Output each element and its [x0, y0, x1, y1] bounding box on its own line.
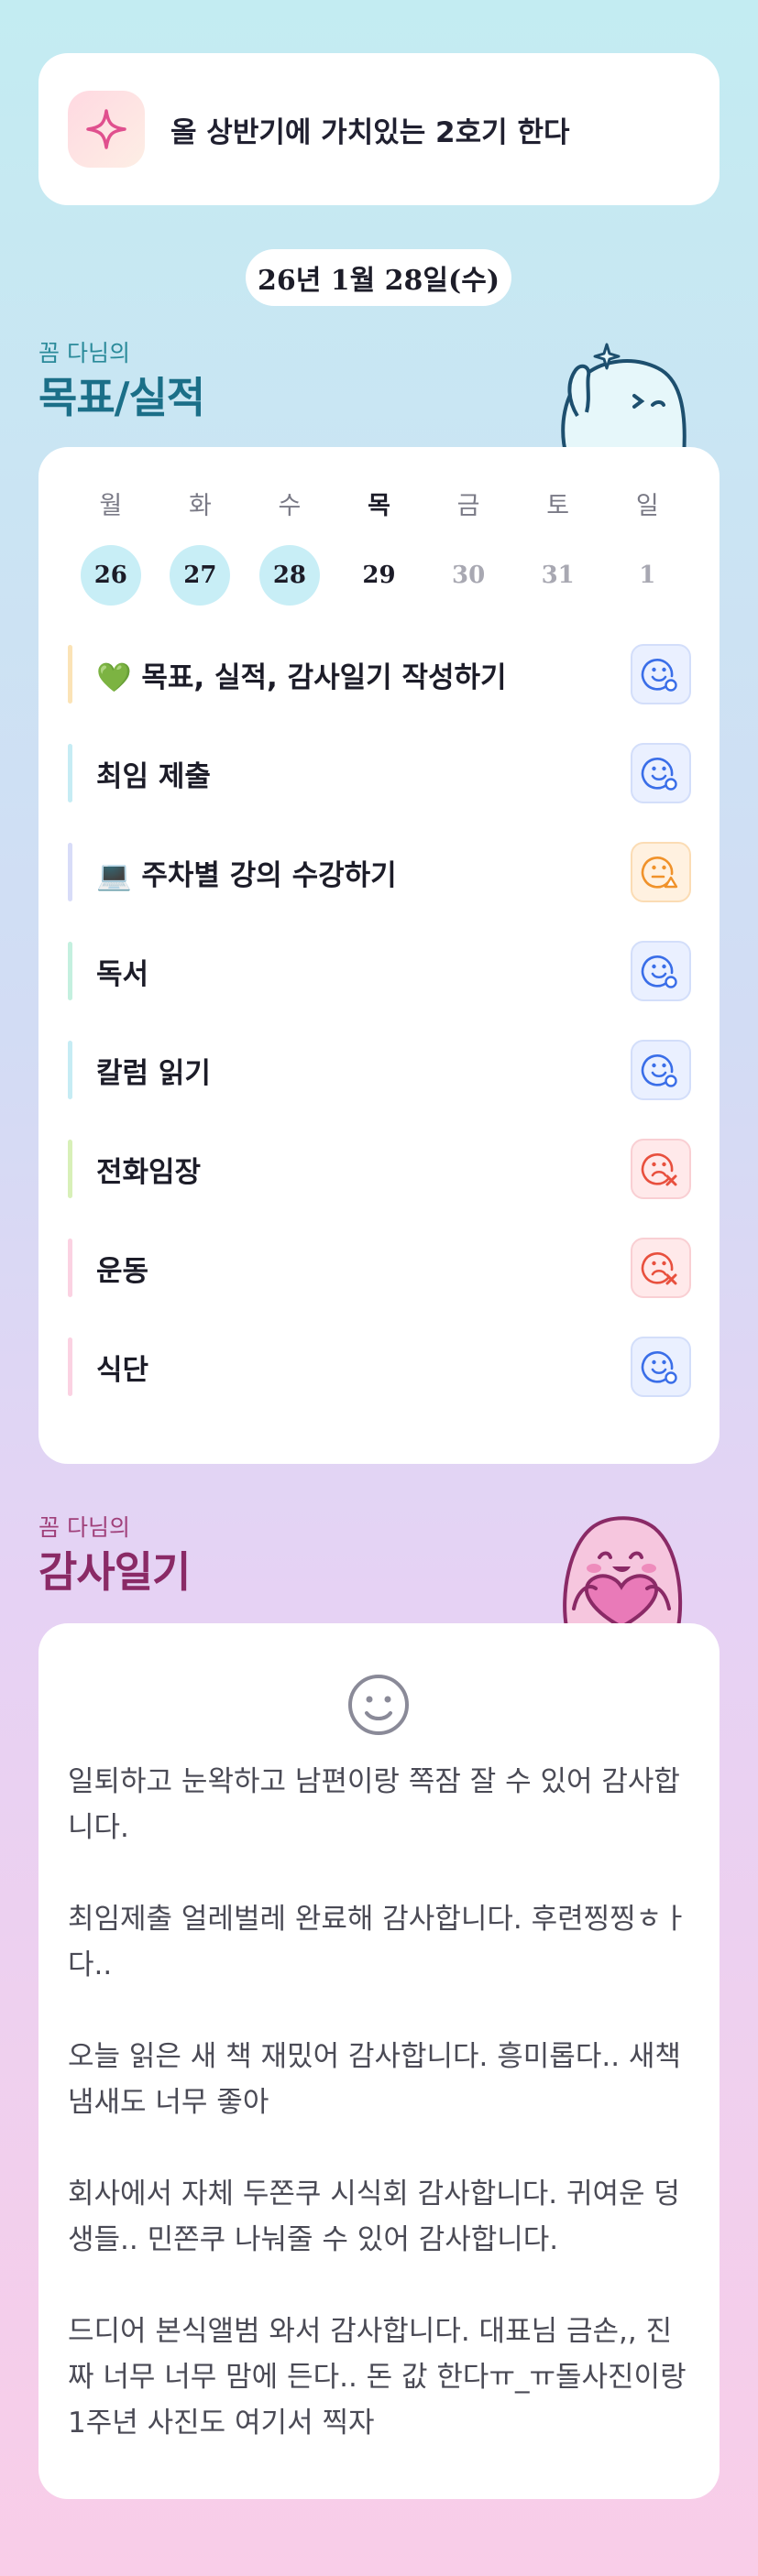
gratitude-entry: 오늘 읽은 새 책 재밌어 감사합니다. 흥미롭다.. 새책 냄새도 너무 좋아: [68, 2040, 681, 2119]
day-number: 27: [170, 545, 231, 606]
weekday-row: 월 화 수 목 금 토 일: [66, 486, 692, 521]
goal-label: 💚 목표, 실적, 감사일기 작성하기: [96, 660, 507, 694]
day-number: 30: [452, 562, 486, 589]
goal-row[interactable]: 칼럼 읽기: [68, 1037, 691, 1103]
bad-status-face-icon[interactable]: [631, 1139, 691, 1199]
gratitude-entry: 최임제출 얼레벌레 완료해 감사합니다. 후련찡찡ㅎㅏ다..: [68, 1903, 688, 1981]
gratitude-card: 일퇴하고 눈왁하고 남편이랑 쪽잠 잘 수 있어 감사합니다. 최임제출 얼레벌…: [38, 1623, 720, 2499]
day-cell[interactable]: 1: [602, 544, 692, 606]
gratitude-text[interactable]: 일퇴하고 눈왁하고 남편이랑 쪽잠 잘 수 있어 감사합니다. 최임제출 얼레벌…: [68, 1759, 691, 2492]
goal-row[interactable]: 독서: [68, 938, 691, 1004]
good-status-face-icon[interactable]: [631, 1337, 691, 1397]
day-number: 28: [258, 545, 320, 606]
day-cell[interactable]: 27: [156, 544, 246, 606]
day-cell[interactable]: 28: [245, 544, 335, 606]
sparkle-icon: [68, 91, 145, 168]
goal-label: 전화임장: [96, 1155, 202, 1189]
good-status-face-icon[interactable]: [631, 743, 691, 803]
goal-color-bar: [68, 942, 72, 1000]
goal-color-bar: [68, 1041, 72, 1099]
goal-row[interactable]: 운동: [68, 1235, 691, 1301]
goal-label: 칼럼 읽기: [96, 1056, 211, 1090]
goal-label: 독서: [96, 957, 149, 991]
goals-card: 월 화 수 목 금 토 일 26 27 28 29 30 31 1 💚 목표, …: [38, 447, 720, 1464]
goal-row[interactable]: 식단: [68, 1334, 691, 1400]
goal-color-bar: [68, 1239, 72, 1297]
gratitude-subtitle: 꼼 다님의: [38, 1514, 130, 1541]
goals-title: 목표/실적: [38, 373, 205, 422]
goal-label: 💻 주차별 강의 수강하기: [96, 858, 397, 892]
gratitude-entry: 회사에서 자체 두쫀쿠 시식회 감사합니다. 귀여운 덩생들.. 민쫀쿠 나눠줄…: [68, 2178, 680, 2256]
good-status-face-icon[interactable]: [631, 1040, 691, 1100]
day-cell[interactable]: 31: [513, 544, 603, 606]
gratitude-title: 감사일기: [38, 1547, 191, 1597]
good-status-face-icon[interactable]: [631, 941, 691, 1001]
goal-row[interactable]: 전화임장: [68, 1136, 691, 1202]
goal-color-bar: [68, 645, 72, 704]
weekday-label: 일: [635, 492, 659, 520]
bad-status-face-icon[interactable]: [631, 1238, 691, 1298]
goal-color-bar: [68, 843, 72, 901]
smile-face-icon[interactable]: [346, 1673, 411, 1737]
weekday-label: 토: [546, 492, 570, 520]
day-number: 1: [639, 562, 656, 589]
day-number: 29: [362, 562, 396, 589]
goal-row[interactable]: 💚 목표, 실적, 감사일기 작성하기: [68, 641, 691, 707]
day-cell[interactable]: 30: [423, 544, 513, 606]
goal-color-bar: [68, 1140, 72, 1198]
goal-color-bar: [68, 744, 72, 802]
blue-character-illustration: [561, 343, 687, 456]
goals-subtitle: 꼼 다님의: [38, 340, 130, 366]
good-status-face-icon[interactable]: [631, 644, 691, 704]
date-label[interactable]: 26년 1월 28일(수): [246, 249, 511, 306]
gratitude-entry: 드디어 본식앨범 와서 감사합니다. 대표님 금손,, 진짜 너무 너무 맘에 …: [68, 2315, 687, 2440]
goal-banner[interactable]: 올 상반기에 가치있는 2호기 한다: [38, 53, 720, 205]
weekday-label: 월: [99, 492, 123, 520]
day-cell-today[interactable]: 29: [335, 544, 424, 606]
day-cell[interactable]: 26: [66, 544, 156, 606]
meh-status-face-icon[interactable]: [631, 842, 691, 902]
day-number: 31: [541, 562, 575, 589]
day-number: 26: [80, 545, 141, 606]
goal-row[interactable]: 최임 제출: [68, 740, 691, 806]
goal-banner-text: 올 상반기에 가치있는 2호기 한다: [170, 115, 570, 149]
weekday-label: 수: [278, 492, 302, 520]
gratitude-entry: 일퇴하고 눈왁하고 남편이랑 쪽잠 잘 수 있어 감사합니다.: [68, 1765, 680, 1844]
pink-character-illustration: [563, 1516, 683, 1627]
weekday-label-today: 목: [368, 492, 390, 520]
date-row: 26 27 28 29 30 31 1: [66, 544, 692, 606]
weekday-label: 금: [456, 492, 480, 520]
goal-label: 운동: [96, 1254, 149, 1288]
goal-label: 식단: [96, 1353, 149, 1387]
weekday-label: 화: [188, 492, 212, 520]
goal-color-bar: [68, 1337, 72, 1396]
goal-row[interactable]: 💻 주차별 강의 수강하기: [68, 839, 691, 905]
goal-label: 최임 제출: [96, 759, 211, 793]
